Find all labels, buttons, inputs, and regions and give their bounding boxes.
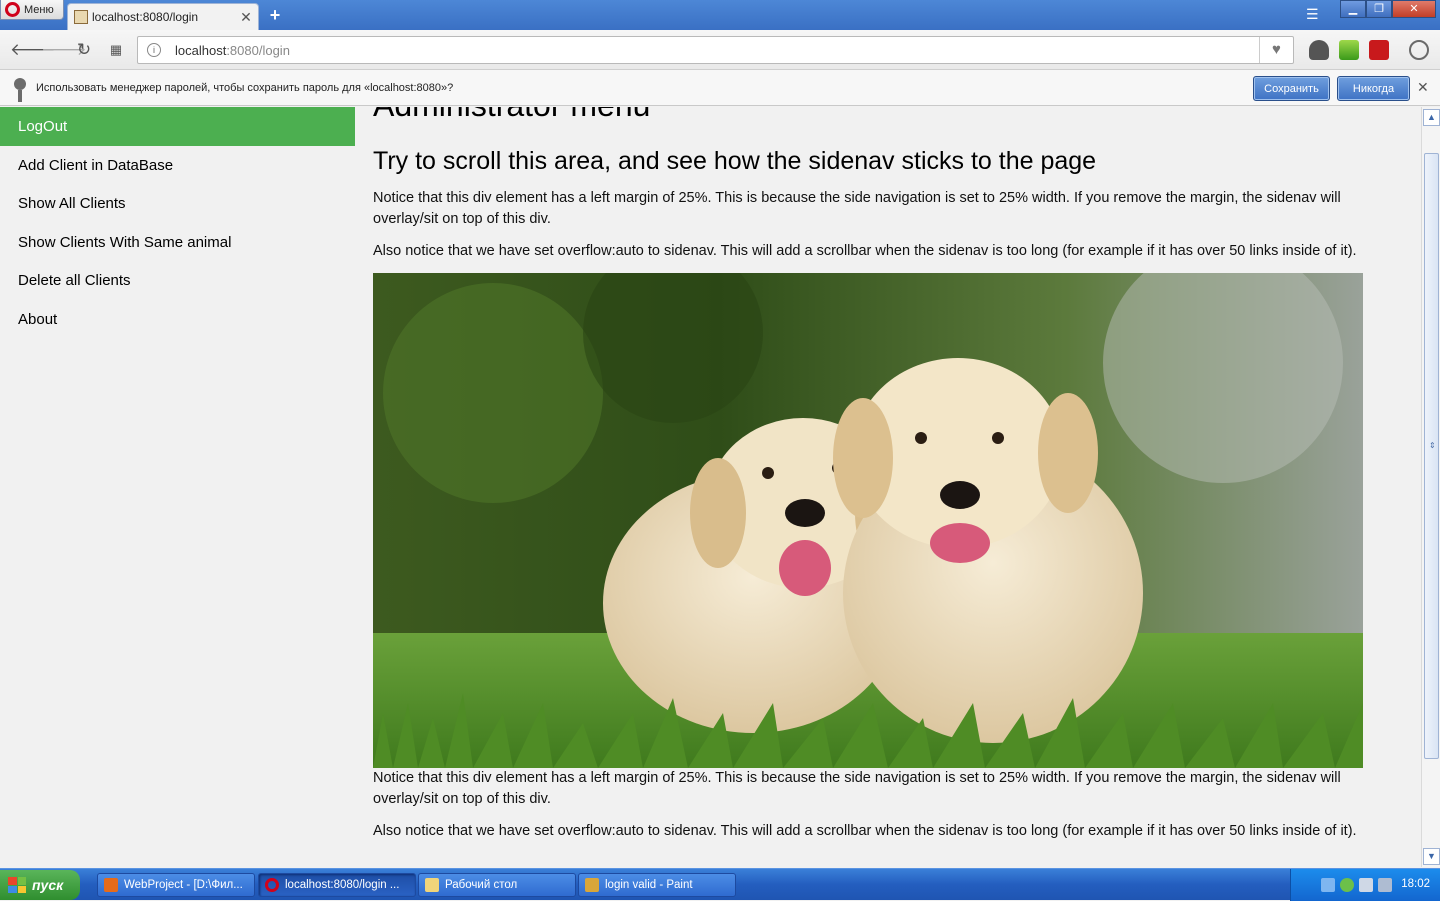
window-close-button[interactable]: ✕: [1392, 0, 1436, 18]
ide-icon: [104, 878, 118, 892]
new-tab-button[interactable]: +: [265, 5, 285, 26]
download-extension-icon[interactable]: [1339, 40, 1359, 60]
paragraph-overflow-note-repeat: Also notice that we have set overflow:au…: [373, 823, 1357, 839]
tab-localhost-login[interactable]: localhost:8080/login ✕: [67, 3, 259, 30]
sidenav-item-delete-all-clients[interactable]: Delete all Clients: [0, 261, 355, 300]
scroll-down-arrow-icon[interactable]: ▼: [1423, 848, 1440, 865]
volume-icon[interactable]: [1378, 878, 1392, 892]
maximize-button[interactable]: ❐: [1366, 0, 1392, 18]
sidenav-item-show-same-animal[interactable]: Show Clients With Same animal: [0, 223, 355, 262]
scrollbar-thumb[interactable]: ⇕: [1424, 153, 1439, 759]
paragraph-margin-note: Notice that this div element has a left …: [373, 190, 1341, 227]
start-button[interactable]: пуск: [0, 870, 80, 900]
taskbar-item-label: WebProject - [D:\Фил...: [124, 879, 243, 891]
windows-flag-icon: [8, 877, 26, 893]
taskbar-item-label: Рабочий стол: [445, 879, 518, 891]
ublock-extension-icon[interactable]: [1309, 40, 1329, 60]
speed-dial-icon[interactable]: ▦: [106, 40, 126, 60]
page-title: Administrator menu: [373, 107, 650, 124]
opera-menu-button[interactable]: Меню: [0, 0, 64, 20]
paint-icon: [585, 878, 599, 892]
folder-icon: [425, 878, 439, 892]
reload-icon[interactable]: ↻: [74, 40, 94, 60]
address-bar[interactable]: i localhost:8080/login ♥: [137, 36, 1294, 64]
infobar-close-icon[interactable]: ✕: [1417, 79, 1429, 96]
update-icon[interactable]: [1409, 40, 1429, 60]
sidenav-item-about[interactable]: About: [0, 300, 355, 339]
page-subtitle: Try to scroll this area, and see how the…: [373, 147, 1097, 175]
taskbar-item-paint[interactable]: login valid - Paint: [578, 873, 736, 897]
tab-menu-icon[interactable]: ☰: [1306, 6, 1319, 23]
puppies-photo: [373, 273, 1363, 768]
opera-menu-label: Меню: [24, 3, 54, 16]
url-text[interactable]: localhost:8080/login: [175, 43, 1259, 58]
page-scrollbar[interactable]: ▲ ⇕ ▼: [1421, 107, 1440, 867]
forward-arrow-icon[interactable]: 🡒: [41, 40, 87, 60]
scroll-up-arrow-icon[interactable]: ▲: [1423, 109, 1440, 126]
sidenav-item-logout[interactable]: LogOut: [0, 107, 355, 146]
browser-navbar: 🡐 🡒 ↻ ▦ i localhost:8080/login ♥: [0, 30, 1440, 70]
opera-logo-icon: [5, 2, 20, 17]
sidenav-item-add-client[interactable]: Add Client in DataBase: [0, 146, 355, 185]
sidenav: LogOut Add Client in DataBase Show All C…: [0, 107, 355, 867]
window-controls: ▁ ❐ ✕: [1340, 0, 1436, 20]
minimize-button[interactable]: ▁: [1340, 0, 1366, 18]
sidenav-item-show-all-clients[interactable]: Show All Clients: [0, 184, 355, 223]
paragraph-margin-note-repeat: Notice that this div element has a left …: [373, 770, 1341, 807]
site-info-icon[interactable]: i: [147, 43, 161, 57]
page-favicon-icon: [74, 10, 88, 24]
taskbar-item-desktop[interactable]: Рабочий стол: [418, 873, 576, 897]
key-icon: [14, 78, 26, 102]
paragraph-overflow-note: Also notice that we have set overflow:au…: [373, 243, 1357, 259]
network-icon[interactable]: [1321, 878, 1335, 892]
bookmark-heart-icon[interactable]: ♥: [1259, 37, 1293, 63]
password-infobar: Использовать менеджер паролей, чтобы сох…: [0, 70, 1440, 106]
windows-taskbar: пуск WebProject - [D:\Фил... localhost:8…: [0, 868, 1440, 901]
antivirus-icon[interactable]: [1340, 878, 1354, 892]
tab-title: localhost:8080/login: [92, 10, 199, 24]
opera-icon: [265, 878, 279, 892]
taskbar-item-webproject[interactable]: WebProject - [D:\Фил...: [97, 873, 255, 897]
page-viewport: LogOut Add Client in DataBase Show All C…: [0, 107, 1421, 867]
never-save-button[interactable]: Никогда: [1337, 76, 1410, 101]
taskbar-clock: 18:02: [1401, 878, 1430, 890]
flash-extension-icon[interactable]: [1369, 40, 1389, 60]
taskbar-item-label: login valid - Paint: [605, 879, 693, 891]
back-arrow-icon[interactable]: 🡐: [10, 40, 56, 60]
infobar-message: Использовать менеджер паролей, чтобы сох…: [36, 82, 454, 94]
start-label: пуск: [32, 877, 64, 893]
taskbar-item-opera[interactable]: localhost:8080/login ...: [258, 873, 416, 897]
tab-close-icon[interactable]: ✕: [238, 9, 254, 26]
system-tray: 18:02: [1290, 869, 1440, 901]
display-icon[interactable]: [1359, 878, 1373, 892]
browser-titlebar: Меню localhost:8080/login ✕ + ☰ ▁ ❐ ✕: [0, 0, 1440, 30]
save-password-button[interactable]: Сохранить: [1253, 76, 1330, 101]
taskbar-item-label: localhost:8080/login ...: [285, 879, 400, 891]
